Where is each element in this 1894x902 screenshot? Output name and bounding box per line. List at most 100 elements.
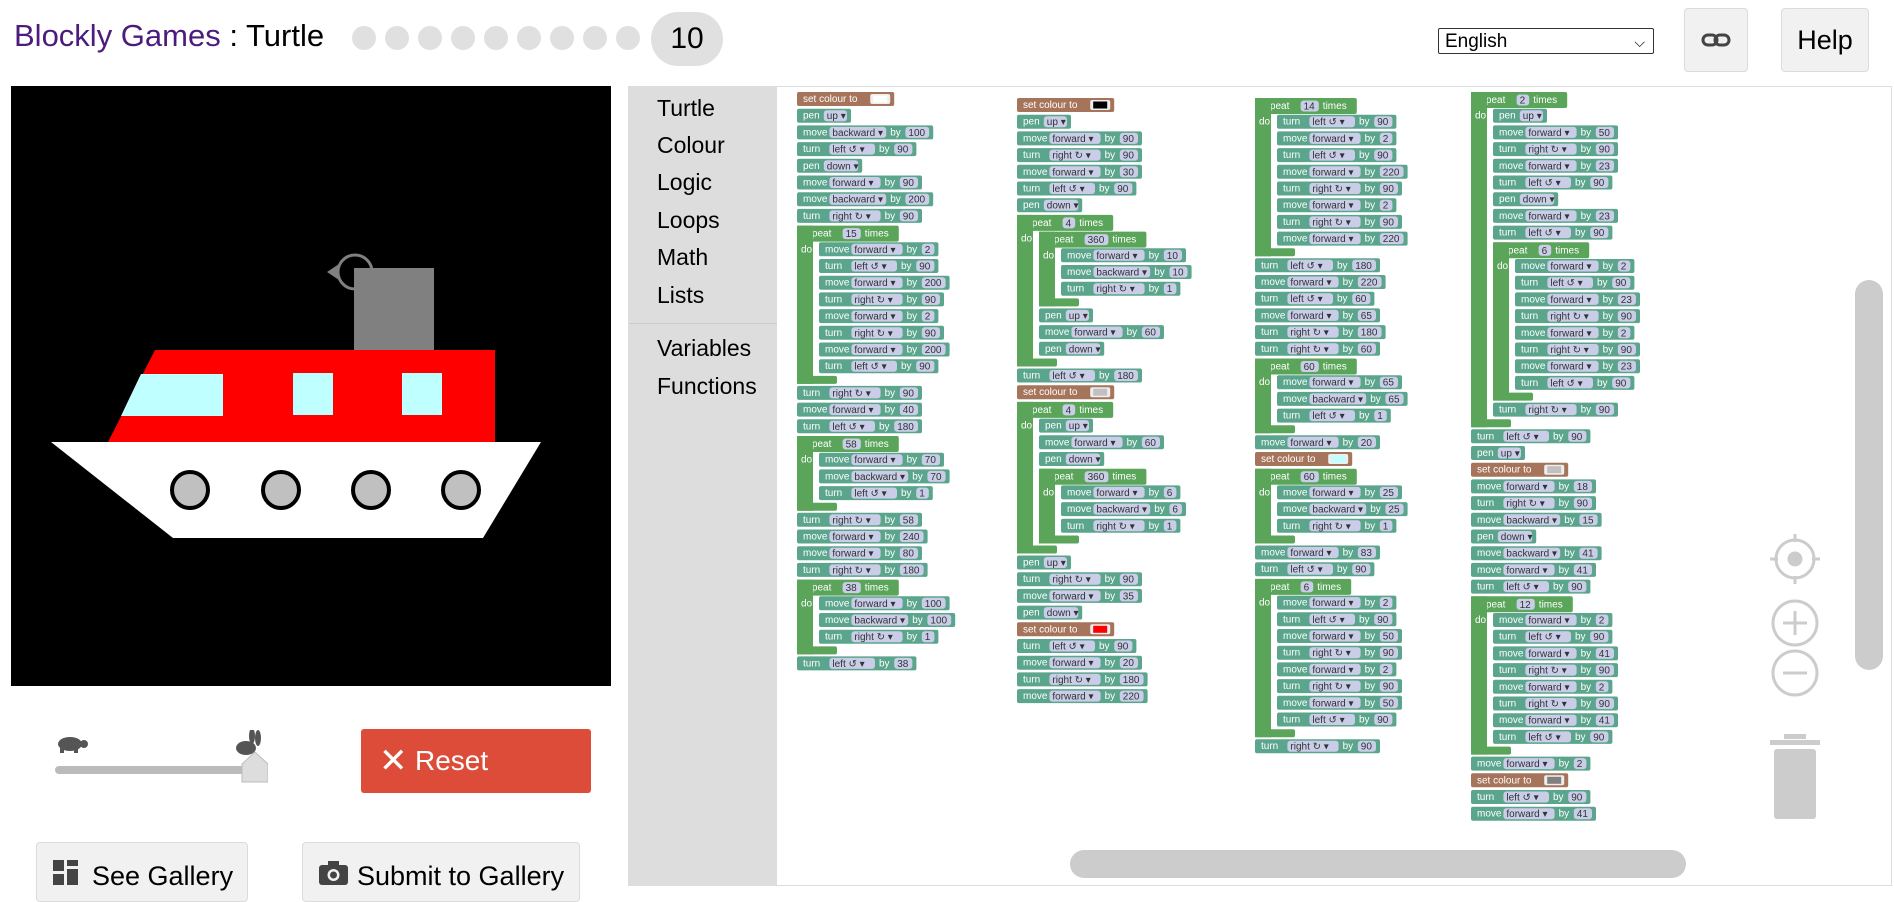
turn-block[interactable]: turn left ↺ ▾ by 38 xyxy=(797,656,917,671)
turn-block[interactable]: turn left ↺ ▾ by 90 xyxy=(1255,562,1375,577)
turn-block[interactable]: turn right ↻ ▾ by 90 xyxy=(819,292,944,307)
block-stack-1[interactable]: set colour topen up ▾move backward ▾ by 100t… xyxy=(797,92,956,671)
colour-swatch[interactable] xyxy=(1093,625,1108,633)
turn-block[interactable]: turn right ↻ ▾ by 90 xyxy=(1017,148,1142,163)
move-block[interactable]: move forward ▾ by 2 xyxy=(1277,198,1397,213)
turn-block[interactable]: turn left ↺ ▾ by 90 xyxy=(1277,114,1397,129)
repeat-block[interactable]: repeat 12 timesmove forward ▾ by 2turn left ↺ … xyxy=(1471,596,1618,755)
speed-slider[interactable] xyxy=(48,728,269,790)
turn-block[interactable]: turn right ↻ ▾ by 90 xyxy=(819,325,944,340)
turn-block[interactable]: turn left ↺ ▾ by 1 xyxy=(819,486,933,501)
toolbox-category-functions[interactable]: Functions xyxy=(657,373,757,400)
move-block[interactable]: move forward ▾ by 10 xyxy=(1061,248,1186,263)
colour-block[interactable]: set colour to xyxy=(1017,98,1115,112)
pen-block[interactable]: pen up ▾ xyxy=(1039,418,1093,433)
turn-block[interactable]: turn left ↺ ▾ by 90 xyxy=(1277,148,1397,163)
move-block[interactable]: move forward ▾ by 90 xyxy=(797,175,922,190)
colour-swatch[interactable] xyxy=(1093,388,1108,396)
turn-block[interactable]: turn left ↺ ▾ by 90 xyxy=(1493,729,1613,744)
turn-block[interactable]: turn left ↺ ▾ by 90 xyxy=(1277,712,1397,727)
move-block[interactable]: move forward ▾ by 20 xyxy=(1255,435,1380,450)
move-block[interactable]: move forward ▾ by 80 xyxy=(797,546,922,561)
pen-block[interactable]: pen up ▾ xyxy=(1017,555,1071,570)
speed-slider-handle[interactable] xyxy=(241,751,269,783)
toolbox-category-turtle[interactable]: Turtle xyxy=(657,95,715,122)
move-block[interactable]: move forward ▾ by 83 xyxy=(1255,545,1380,560)
see-gallery-button[interactable]: See Gallery xyxy=(36,842,248,902)
repeat-block[interactable]: repeat 6 timesmove forward ▾ by 2turn left ↺ ▾… xyxy=(1255,578,1402,738)
move-block[interactable]: move forward ▾ by 220 xyxy=(1277,164,1408,179)
turn-block[interactable]: turn left ↺ ▾ by 90 xyxy=(1471,579,1591,594)
move-block[interactable]: move forward ▾ by 23 xyxy=(1493,208,1618,223)
turn-block[interactable]: turn right ↻ ▾ by 58 xyxy=(797,512,922,527)
colour-block[interactable]: set colour to xyxy=(1017,385,1115,400)
repeat-block[interactable]: repeat 4 timesrepeat 360 timesmove forward ▾ b… xyxy=(1017,214,1192,367)
colour-block[interactable]: set colour to xyxy=(1471,773,1569,788)
move-block[interactable]: move forward ▾ by 2 xyxy=(1277,595,1397,610)
turn-block[interactable]: turn right ↻ ▾ by 60 xyxy=(1255,341,1380,356)
move-block[interactable]: move forward ▾ by 65 xyxy=(1277,375,1402,390)
turn-block[interactable]: turn right ↻ ▾ by 90 xyxy=(797,208,922,223)
turn-block[interactable]: turn right ↻ ▾ by 90 xyxy=(1515,309,1640,324)
turn-block[interactable]: turn right ↻ ▾ by 90 xyxy=(1471,496,1596,511)
move-block[interactable]: move forward ▾ by 2 xyxy=(1515,259,1635,273)
turn-block[interactable]: turn right ↻ ▾ by 90 xyxy=(1277,214,1402,229)
move-block[interactable]: move forward ▾ by 65 xyxy=(1255,308,1380,323)
move-block[interactable]: move forward ▾ by 41 xyxy=(1493,646,1618,661)
pen-block[interactable]: pen down ▾ xyxy=(1039,341,1105,356)
turn-block[interactable]: turn left ↺ ▾ by 180 xyxy=(1017,368,1142,383)
turn-block[interactable]: turn left ↺ ▾ by 90 xyxy=(1017,181,1137,196)
move-block[interactable]: move forward ▾ by 40 xyxy=(797,402,922,417)
repeat-block[interactable]: repeat 6 timesmove forward ▾ by 2turn left ↺ ▾… xyxy=(1493,242,1640,401)
move-block[interactable]: move forward ▾ by 2 xyxy=(1471,756,1591,771)
move-block[interactable]: move forward ▾ by 50 xyxy=(1277,629,1402,643)
link-button[interactable] xyxy=(1684,8,1748,72)
move-block[interactable]: move forward ▾ by 30 xyxy=(1017,164,1142,179)
pen-block[interactable]: pen up ▾ xyxy=(1039,308,1093,323)
turn-block[interactable]: turn right ↻ ▾ by 90 xyxy=(1277,181,1402,196)
move-block[interactable]: move backward ▾ by 70 xyxy=(819,469,950,484)
turn-block[interactable]: turn right ↻ ▾ by 1 xyxy=(1277,518,1397,533)
pen-block[interactable]: pen down ▾ xyxy=(1017,605,1083,620)
move-block[interactable]: move forward ▾ by 60 xyxy=(1039,435,1164,450)
move-block[interactable]: move forward ▾ by 90 xyxy=(1017,131,1142,146)
colour-swatch[interactable] xyxy=(873,95,888,103)
app-name-link[interactable]: Blockly Games xyxy=(14,18,221,53)
turn-block[interactable]: turn left ↺ ▾ by 1 xyxy=(1277,408,1391,423)
turn-block[interactable]: turn right ↻ ▾ by 90 xyxy=(1515,342,1640,357)
move-block[interactable]: move backward ▾ by 6 xyxy=(1061,502,1186,517)
pen-block[interactable]: pen up ▾ xyxy=(1471,446,1525,460)
turn-block[interactable]: turn right ↻ ▾ by 90 xyxy=(1493,663,1618,678)
move-block[interactable]: move forward ▾ by 220 xyxy=(1255,275,1386,289)
move-block[interactable]: move forward ▾ by 20 xyxy=(1017,655,1142,670)
turn-block[interactable]: turn left ↺ ▾ by 90 xyxy=(1277,612,1397,627)
turn-block[interactable]: turn left ↺ ▾ by 90 xyxy=(1493,629,1613,644)
turn-block[interactable]: turn right ↻ ▾ by 1 xyxy=(1061,518,1181,533)
recenter-icon[interactable] xyxy=(1770,534,1820,584)
move-block[interactable]: move forward ▾ by 2 xyxy=(1493,613,1613,627)
turn-block[interactable]: turn left ↺ ▾ by 90 xyxy=(1493,225,1613,240)
workspace-vertical-scrollbar[interactable] xyxy=(1855,280,1883,670)
colour-block[interactable]: set colour to xyxy=(1255,452,1353,466)
pen-block[interactable]: pen up ▾ xyxy=(1017,114,1071,129)
turn-block[interactable]: turn left ↺ ▾ by 90 xyxy=(1471,790,1591,804)
move-block[interactable]: move forward ▾ by 41 xyxy=(1493,713,1618,728)
move-block[interactable]: move forward ▾ by 2 xyxy=(1277,662,1397,677)
move-block[interactable]: move forward ▾ by 240 xyxy=(797,529,928,544)
turn-block[interactable]: turn left ↺ ▾ by 60 xyxy=(1255,291,1375,306)
turn-block[interactable]: turn left ↺ ▾ by 180 xyxy=(797,419,922,434)
turn-block[interactable]: turn left ↺ ▾ by 180 xyxy=(1255,258,1380,273)
repeat-block[interactable]: repeat 4 timespen up ▾move forward ▾ by 60pen d… xyxy=(1017,401,1186,554)
move-block[interactable]: move backward ▾ by 200 xyxy=(797,192,934,207)
trash-icon[interactable] xyxy=(1770,734,1820,819)
workspace-blocks[interactable]: set colour to pen up ▾ move backward ▾ by 100 t… xyxy=(629,87,1891,885)
move-block[interactable]: move forward ▾ by 50 xyxy=(1277,695,1402,710)
pen-block[interactable]: pen down ▾ xyxy=(1017,198,1083,213)
move-block[interactable]: move forward ▾ by 23 xyxy=(1515,292,1640,307)
move-block[interactable]: move forward ▾ by 23 xyxy=(1515,359,1640,374)
turn-block[interactable]: turn right ↻ ▾ by 90 xyxy=(1493,696,1618,711)
turn-block[interactable]: turn left ↺ ▾ by 90 xyxy=(1493,175,1613,190)
turn-block[interactable]: turn right ↻ ▾ by 90 xyxy=(1255,739,1380,754)
repeat-block[interactable]: repeat 360 timesmove forward ▾ by 6move backwa… xyxy=(1039,468,1186,544)
turn-block[interactable]: turn right ↻ ▾ by 90 xyxy=(1017,572,1142,587)
